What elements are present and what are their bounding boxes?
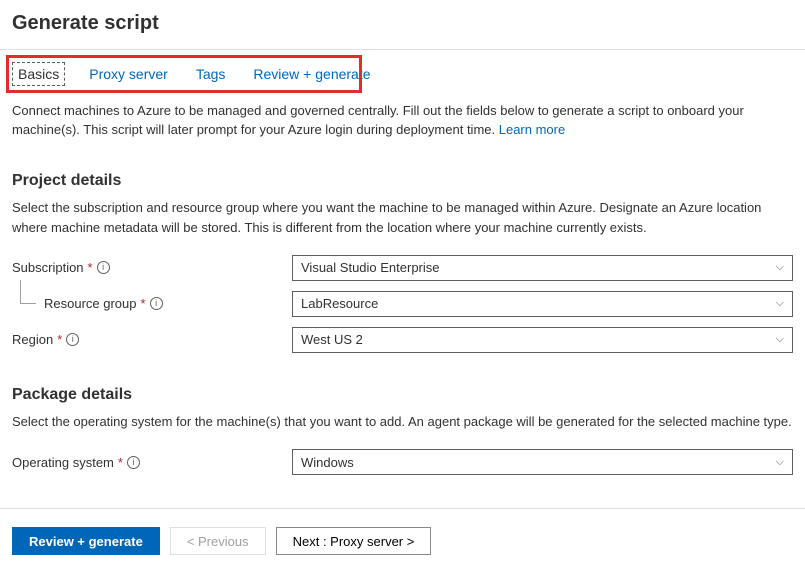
chevron-down-icon: ⌵ xyxy=(776,456,784,469)
page-title: Generate script xyxy=(12,12,793,49)
info-icon[interactable]: i xyxy=(66,333,79,346)
tab-review-generate[interactable]: Review + generate xyxy=(249,62,374,86)
intro-body: Connect machines to Azure to be managed … xyxy=(12,103,744,137)
chevron-down-icon: ⌵ xyxy=(776,297,784,310)
resource-group-label-text: Resource group xyxy=(44,296,137,311)
region-value: West US 2 xyxy=(301,332,363,347)
info-icon[interactable]: i xyxy=(150,297,163,310)
tree-connector xyxy=(20,280,36,304)
package-details-heading: Package details xyxy=(12,358,793,412)
resource-group-select[interactable]: LabResource ⌵ xyxy=(292,291,793,317)
subscription-value: Visual Studio Enterprise xyxy=(301,260,440,275)
chevron-down-icon: ⌵ xyxy=(776,261,784,274)
subscription-label-text: Subscription xyxy=(12,260,84,275)
required-indicator: * xyxy=(88,260,93,275)
required-indicator: * xyxy=(141,296,146,311)
previous-button: < Previous xyxy=(170,527,266,555)
tab-basics[interactable]: Basics xyxy=(12,62,65,86)
os-label: Operating system * i xyxy=(12,455,292,470)
tab-proxy-server[interactable]: Proxy server xyxy=(85,62,172,86)
info-icon[interactable]: i xyxy=(97,261,110,274)
os-label-text: Operating system xyxy=(12,455,114,470)
learn-more-link[interactable]: Learn more xyxy=(499,122,565,137)
required-indicator: * xyxy=(118,455,123,470)
review-generate-button[interactable]: Review + generate xyxy=(12,527,160,555)
subscription-label: Subscription * i xyxy=(12,260,292,275)
os-row: Operating system * i Windows ⌵ xyxy=(12,444,793,480)
resource-group-row: Resource group * i LabResource ⌵ xyxy=(12,286,793,322)
next-button[interactable]: Next : Proxy server > xyxy=(276,527,432,555)
os-value: Windows xyxy=(301,455,354,470)
region-label-text: Region xyxy=(12,332,53,347)
tab-tags[interactable]: Tags xyxy=(192,62,230,86)
chevron-down-icon: ⌵ xyxy=(776,333,784,346)
project-details-heading: Project details xyxy=(12,144,793,198)
intro-text: Connect machines to Azure to be managed … xyxy=(12,96,793,144)
tab-strip: Basics Proxy server Tags Review + genera… xyxy=(12,50,793,96)
subscription-row: Subscription * i Visual Studio Enterpris… xyxy=(12,250,793,286)
subscription-select[interactable]: Visual Studio Enterprise ⌵ xyxy=(292,255,793,281)
package-details-desc: Select the operating system for the mach… xyxy=(12,412,793,444)
resource-group-label: Resource group * i xyxy=(44,296,163,311)
project-details-desc: Select the subscription and resource gro… xyxy=(12,198,793,250)
info-icon[interactable]: i xyxy=(127,456,140,469)
region-select[interactable]: West US 2 ⌵ xyxy=(292,327,793,353)
region-row: Region * i West US 2 ⌵ xyxy=(12,322,793,358)
required-indicator: * xyxy=(57,332,62,347)
footer-actions: Review + generate < Previous Next : Prox… xyxy=(0,509,805,573)
resource-group-value: LabResource xyxy=(301,296,378,311)
region-label: Region * i xyxy=(12,332,292,347)
os-select[interactable]: Windows ⌵ xyxy=(292,449,793,475)
